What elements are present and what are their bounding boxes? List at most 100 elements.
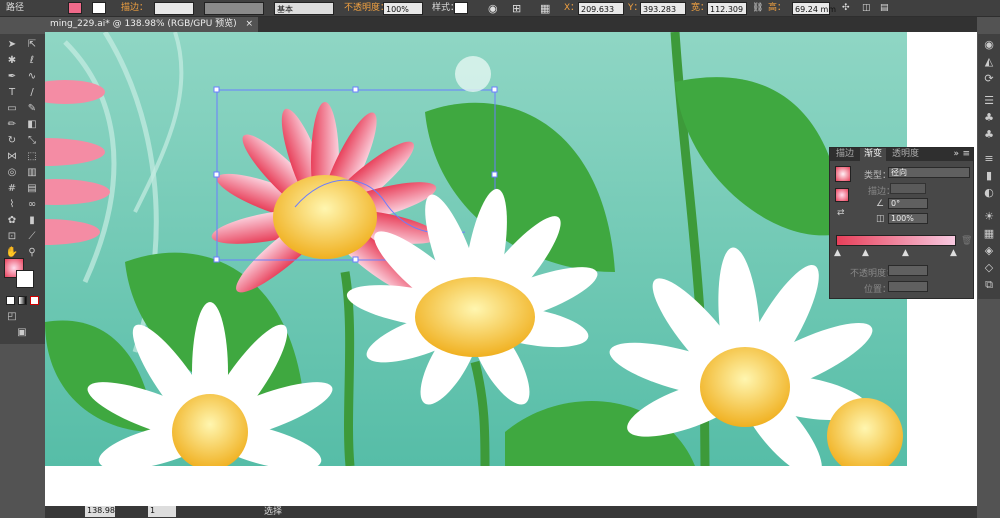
width-icon[interactable]: ⋈ — [4, 150, 20, 164]
stroke-label[interactable]: 描边： — [121, 2, 148, 15]
angle-icon: ∠ — [876, 199, 885, 209]
transparency-icon[interactable]: ◐ — [981, 186, 997, 200]
width-field[interactable]: 112.309 — [707, 2, 747, 15]
appearance-icon[interactable]: ◉ — [981, 38, 997, 52]
pen-icon[interactable]: ✒ — [4, 70, 20, 84]
aspect-ratio-field[interactable]: 100% — [888, 213, 928, 224]
graph-icon[interactable]: ▮ — [24, 214, 40, 228]
none-mode-icon[interactable] — [30, 296, 39, 305]
tab-stroke[interactable]: 描边 — [832, 148, 858, 161]
align-icon[interactable]: ⊞ — [512, 2, 521, 15]
rotate-icon[interactable]: ↻ — [4, 134, 20, 148]
gradient-mode-icon[interactable] — [18, 296, 27, 305]
free-transform-icon[interactable]: ⬚ — [24, 150, 40, 164]
screen-mode-icon[interactable]: ▣ — [14, 326, 30, 340]
aspect-ratio-icon: ◫ — [876, 214, 885, 224]
scale-icon[interactable]: ⤡ — [24, 134, 40, 148]
rectangle-icon[interactable]: ▭ — [4, 102, 20, 116]
panel-tabs: 描边 渐变 透明度 » ≡ — [830, 148, 973, 161]
slice-icon[interactable]: ⟋ — [24, 230, 40, 244]
lasso-icon[interactable]: ℓ — [24, 54, 40, 68]
eyedropper-icon[interactable]: ⌇ — [4, 198, 20, 212]
page-field[interactable]: 1 — [148, 506, 176, 517]
document-tab[interactable]: ming_229.ai* @ 138.98% (RGB/GPU 预览) × — [45, 17, 259, 32]
artboard-icon[interactable]: ⊡ — [4, 230, 20, 244]
draw-mode-icon[interactable]: ◰ — [4, 310, 20, 324]
color-stop-1[interactable]: ▲ — [834, 248, 841, 258]
variable-width-field[interactable] — [204, 2, 264, 15]
type-label: 类型： — [864, 171, 892, 181]
y-field[interactable]: 393.283 — [640, 2, 686, 15]
stroke-swatch[interactable] — [92, 2, 106, 14]
color-mode-icon[interactable] — [6, 296, 15, 305]
document-title: ming_229.ai* @ 138.98% (RGB/GPU 预览) — [50, 19, 237, 29]
transform-icon[interactable]: ⟳ — [981, 72, 997, 86]
paintbrush-icon[interactable]: ✎ — [24, 102, 40, 116]
color-stop-4[interactable]: ▲ — [950, 248, 957, 258]
control-bar: 路径 描边： 基本 不透明度： 100% 样式： ◉ ⊞ ▦ X： 209.63… — [0, 0, 1000, 17]
blend-icon[interactable]: ∞ — [24, 198, 40, 212]
brush-definition-field[interactable]: 基本 — [274, 2, 334, 15]
transform-icon[interactable]: ✣ — [842, 2, 850, 15]
layers-icon[interactable]: ◈ — [981, 244, 997, 258]
color-stop-2[interactable]: ▲ — [862, 248, 869, 258]
height-field[interactable]: 69.24 mm — [792, 2, 836, 15]
symbols-icon[interactable]: ♣ — [981, 128, 997, 142]
stroke-gradient-buttons[interactable] — [890, 183, 926, 194]
eraser-icon[interactable]: ◧ — [24, 118, 40, 132]
type-icon[interactable]: T — [4, 86, 20, 100]
reverse-gradient-icon[interactable]: ⇄ — [837, 208, 845, 218]
direct-selection-icon[interactable]: ⇱ — [24, 38, 40, 52]
isolate-icon[interactable]: ◫ — [862, 2, 871, 15]
symbol-sprayer-icon[interactable]: ✿ — [4, 214, 20, 228]
gradient-panel-icon[interactable]: ▮ — [981, 169, 997, 183]
perspective-icon[interactable]: ▥ — [24, 166, 40, 180]
tab-transparency[interactable]: 透明度 — [888, 148, 923, 161]
color-stop-3[interactable]: ▲ — [902, 248, 909, 258]
stroke-weight-field[interactable] — [154, 2, 194, 15]
opacity-field[interactable] — [888, 265, 928, 276]
pencil-icon[interactable]: ✏ — [4, 118, 20, 132]
object-type-label: 路径 — [6, 3, 25, 13]
selection-icon[interactable]: ➤ — [4, 38, 20, 52]
brushes-icon[interactable]: ♣ — [981, 111, 997, 125]
shape-builder-icon[interactable]: ◎ — [4, 166, 20, 180]
zoom-icon[interactable]: ⚲ — [24, 246, 40, 260]
h-label: 高： — [768, 3, 787, 13]
gradient-icon[interactable]: ▤ — [24, 182, 40, 196]
panel-menu-icon[interactable]: ≡ — [962, 148, 970, 161]
links-icon[interactable]: ⧉ — [981, 278, 997, 292]
fill-stroke-swatch[interactable] — [835, 188, 849, 202]
stroke-icon[interactable]: ≡ — [981, 152, 997, 166]
line-icon[interactable]: / — [24, 86, 40, 100]
mesh-icon[interactable]: # — [4, 182, 20, 196]
reference-point-icon[interactable]: ▦ — [540, 2, 550, 15]
close-tab-icon[interactable]: × — [246, 19, 254, 29]
collapse-icon[interactable]: » — [953, 148, 959, 161]
stroke-color-box[interactable] — [16, 270, 34, 288]
gradient-preview-swatch[interactable] — [835, 166, 851, 182]
artboards-icon[interactable]: ◇ — [981, 261, 997, 275]
magic-wand-icon[interactable]: ✱ — [4, 54, 20, 68]
type-dropdown[interactable]: 径向 — [888, 167, 970, 178]
link-icon[interactable]: ⛓ — [752, 2, 763, 15]
x-field[interactable]: 209.633 — [578, 2, 624, 15]
angle-field[interactable]: 0° — [888, 198, 928, 209]
delete-stop-icon[interactable]: 🗑 — [961, 236, 972, 246]
opacity-field[interactable]: 100% — [383, 2, 423, 15]
panel-icon-bar: ◉ ◭ ⟳ ☰ ♣ ♣ ≡ ▮ ◐ ☀ ▦ ◈ ◇ ⧉ — [978, 34, 1000, 299]
color-icon[interactable]: ☀ — [981, 210, 997, 224]
menu-icon[interactable]: ▤ — [880, 2, 889, 15]
recolor-icon[interactable]: ◉ — [488, 2, 498, 15]
graphic-styles-icon[interactable]: ◭ — [981, 55, 997, 69]
zoom-field[interactable]: 138.98 — [85, 506, 115, 517]
tab-gradient[interactable]: 渐变 — [860, 148, 887, 161]
gradient-slider[interactable] — [836, 235, 956, 246]
align-icon[interactable]: ☰ — [981, 94, 997, 108]
location-label: 位置： — [864, 285, 892, 295]
swatches-icon[interactable]: ▦ — [981, 227, 997, 241]
style-swatch[interactable] — [454, 2, 468, 14]
location-field[interactable] — [888, 281, 928, 292]
fill-swatch[interactable] — [68, 2, 82, 14]
curvature-icon[interactable]: ∿ — [24, 70, 40, 84]
